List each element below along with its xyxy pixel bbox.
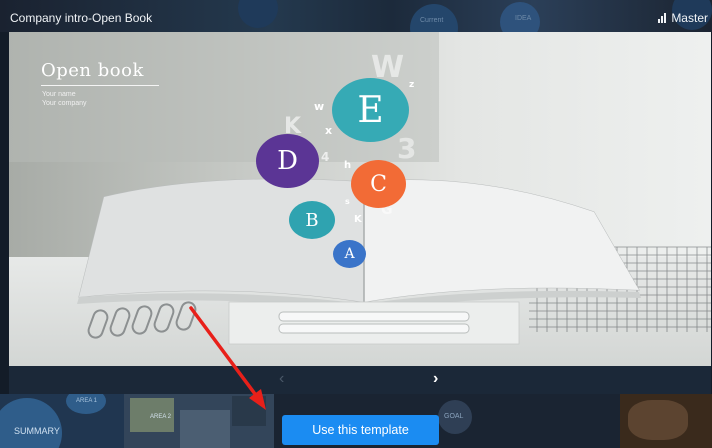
floating-letter: h xyxy=(344,160,352,171)
template-title: Company intro-Open Book xyxy=(10,11,153,25)
gallery-thumb-map[interactable] xyxy=(620,394,712,448)
gallery-thumb-photo[interactable]: AREA 2 xyxy=(124,394,274,448)
gallery-label: AREA 1 xyxy=(76,398,98,404)
master-label: Master xyxy=(671,11,708,25)
bubble-d: D xyxy=(256,134,319,188)
bubble-c: C xyxy=(351,160,406,208)
previous-slide-chevron-icon[interactable]: ‹ xyxy=(279,370,284,388)
bubble-a: A xyxy=(333,240,366,268)
slide-subtitle-company: Your company xyxy=(42,100,87,107)
floating-letter: 3 xyxy=(397,132,417,165)
bubble-letter: D xyxy=(277,146,298,176)
master-indicator[interactable]: Master xyxy=(658,11,708,25)
bubble-b: B xyxy=(289,201,335,239)
gallery-label: GOAL xyxy=(444,413,464,420)
floating-letter: s xyxy=(345,197,350,206)
preview-nav-bar: ‹ › xyxy=(9,366,711,394)
slide-title-underline xyxy=(41,85,159,86)
bubble-letter: C xyxy=(370,171,387,197)
slide-preview: Open book Your name Your company W K 3 w… xyxy=(9,32,711,366)
signal-bars-icon xyxy=(658,13,667,23)
floating-letter: w xyxy=(314,100,325,113)
bubble-e: E xyxy=(332,78,409,142)
slide-subtitle-name: Your name xyxy=(42,91,76,98)
floating-letter: K xyxy=(354,214,362,225)
bubble-letter: B xyxy=(305,209,319,231)
floating-letter: z xyxy=(409,80,415,90)
gallery-label: SUMMARY xyxy=(14,426,60,436)
gallery-thumb-summary[interactable]: SUMMARY AREA 1 xyxy=(0,394,124,448)
floating-letter: x xyxy=(325,124,333,137)
next-slide-chevron-icon[interactable]: › xyxy=(433,370,438,388)
slide-title: Open book xyxy=(41,60,144,81)
gallery-label: AREA 2 xyxy=(150,414,172,420)
floating-letter: 4 xyxy=(321,150,330,164)
preview-header: Company intro-Open Book Master xyxy=(0,0,712,32)
bubble-letter: A xyxy=(344,246,355,262)
bubble-letter: E xyxy=(357,89,384,131)
use-this-template-button[interactable]: Use this template xyxy=(282,415,439,445)
